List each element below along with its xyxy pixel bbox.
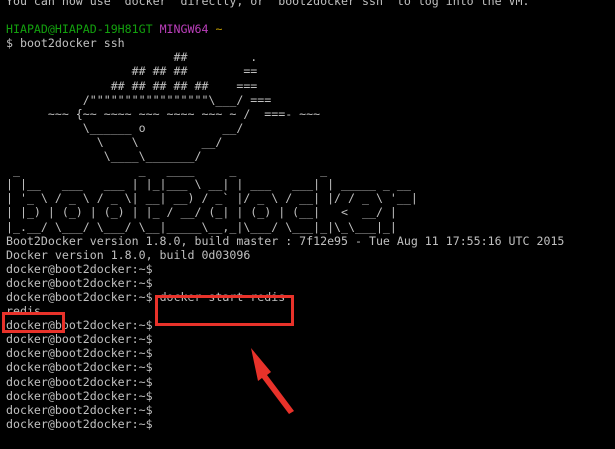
terminal-line: You can now use `docker` directly, or `b… bbox=[6, 0, 530, 8]
version-line: Docker version 1.8.0, build 0d03096 bbox=[6, 247, 251, 262]
terminal-line: $ boot2docker ssh bbox=[6, 36, 125, 51]
ascii-banner-line: | |__ ___ ___ | |_|___ \ __| | ___ ___| … bbox=[6, 177, 411, 192]
command-highlight-box bbox=[155, 295, 294, 326]
ascii-whale-line: \____\_______/ bbox=[6, 149, 202, 164]
prompt-line: docker@boot2docker:~$ bbox=[6, 275, 153, 290]
ascii-whale-line: ## ## ## == bbox=[6, 64, 258, 79]
ascii-banner-line: | '_ \ / _ \ / _ \| __| __) / _` |/ _ \ … bbox=[6, 191, 418, 206]
arrow-shape bbox=[251, 348, 294, 414]
ascii-whale-line: ## ## ## ## ## === bbox=[6, 78, 258, 93]
ascii-banner-line: | |_) | (_) | (_) | |_ / __/ (_| | (_) |… bbox=[6, 205, 397, 220]
shell-name: MINGW64 bbox=[159, 22, 209, 37]
current-path: ~ bbox=[215, 22, 223, 37]
annotation-arrow-icon bbox=[251, 348, 294, 414]
version-line: Boot2Docker version 1.8.0, build master … bbox=[6, 233, 565, 248]
output-highlight-box bbox=[2, 312, 65, 333]
ascii-whale-line: /"""""""""""""""""\___/ === bbox=[6, 92, 272, 107]
ascii-whale-line: ~~~ {~~ ~~~~ ~~~ ~~~~ ~~~ ~ / ===- ~~~ bbox=[6, 106, 321, 121]
ascii-whale-line: \ \ __/ bbox=[6, 134, 223, 149]
shell-prompt-header: HIAPAD@HIAPAD-19H81GT MINGW64 ~ bbox=[6, 22, 564, 36]
ascii-whale-line: \______ o __/ bbox=[6, 120, 244, 135]
ascii-banner-line: |_.__/ \___/ \___/ \__|_____\__,_|\___/ … bbox=[6, 219, 397, 234]
prompt-text: docker@boot2docker:~$ bbox=[6, 289, 153, 304]
terminal-window[interactable]: You can now use `docker` directly, or `b… bbox=[0, 0, 615, 449]
user-host: HIAPAD@HIAPAD-19H81GT bbox=[6, 22, 153, 37]
prompt-line: docker@boot2docker:~$ bbox=[6, 261, 153, 276]
ascii-banner-line: _ _ ____ _ _ bbox=[6, 163, 328, 178]
ascii-whale-line: ## . bbox=[6, 50, 258, 65]
